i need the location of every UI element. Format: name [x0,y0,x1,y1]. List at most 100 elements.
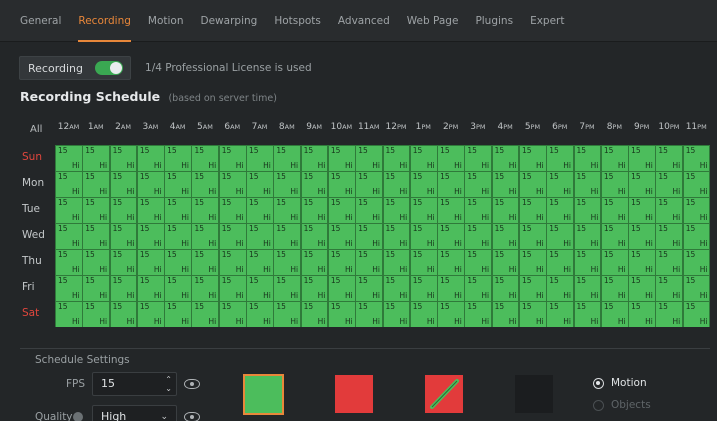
eye-icon[interactable] [184,412,200,421]
schedule-cell[interactable]: 15 Hi [601,250,628,275]
brush-record-always-button[interactable] [243,374,284,415]
schedule-cell[interactable]: 15 Hi [274,172,301,197]
schedule-cell[interactable]: 15 Hi [110,250,137,275]
schedule-cell[interactable]: 15 Hi [192,224,219,249]
schedule-cell[interactable]: 15 Hi [601,224,628,249]
schedule-cell[interactable]: 15 Hi [683,146,710,171]
schedule-cell[interactable]: 15 Hi [83,250,110,275]
schedule-cell[interactable]: 15 Hi [683,250,710,275]
schedule-cell[interactable]: 15 Hi [656,276,683,301]
schedule-cell[interactable]: 15 Hi [247,250,273,275]
recording-toggle-button[interactable]: Recording [19,56,132,80]
tab-recording[interactable]: Recording [78,0,131,42]
schedule-cell[interactable]: 15 Hi [547,198,574,223]
schedule-cell[interactable]: 15 Hi [301,302,328,327]
schedule-cell[interactable]: 15 Hi [137,302,164,327]
schedule-cell[interactable]: 15 Hi [83,302,110,327]
schedule-cell[interactable]: 15 Hi [410,198,437,223]
schedule-cell[interactable]: 15 Hi [328,224,355,249]
schedule-cell[interactable]: 15 Hi [656,250,683,275]
hour-header[interactable]: 5AM [191,122,218,132]
schedule-cell[interactable]: 15 Hi [274,250,301,275]
tab-expert[interactable]: Expert [530,0,564,42]
schedule-cell[interactable]: 15 Hi [519,198,546,223]
schedule-cell[interactable]: 15 Hi [301,224,328,249]
schedule-cell[interactable]: 15 Hi [492,224,519,249]
schedule-cell[interactable]: 15 Hi [601,172,628,197]
schedule-cell[interactable]: 15 Hi [656,198,683,223]
select-all-cells[interactable]: All [30,124,42,135]
schedule-cell[interactable]: 15 Hi [219,250,246,275]
schedule-cell[interactable]: 15 Hi [165,224,191,249]
schedule-cell[interactable]: 15 Hi [247,146,273,171]
schedule-cell[interactable]: 15 Hi [328,198,355,223]
hour-header[interactable]: 9PM [628,122,655,132]
schedule-cell[interactable]: 15 Hi [629,250,655,275]
schedule-cell[interactable]: 15 Hi [56,224,82,249]
schedule-cell[interactable]: 15 Hi [56,276,82,301]
schedule-cell[interactable]: 15 Hi [83,276,110,301]
schedule-cell[interactable]: 15 Hi [165,276,191,301]
schedule-cell[interactable]: 15 Hi [165,302,191,327]
hour-header[interactable]: 11PM [683,122,710,132]
radio-motion[interactable] [593,378,604,389]
schedule-cell[interactable]: 15 Hi [192,302,219,327]
schedule-cell[interactable]: 15 Hi [165,250,191,275]
tab-plugins[interactable]: Plugins [475,0,513,42]
hour-header[interactable]: 1PM [410,122,437,132]
hour-header[interactable]: 10PM [655,122,682,132]
hour-header[interactable]: 6AM [219,122,246,132]
hour-header[interactable]: 2AM [110,122,137,132]
schedule-cell[interactable]: 15 Hi [56,146,82,171]
quality-select[interactable]: High ⌄ [92,405,177,421]
schedule-cell[interactable]: 15 Hi [410,276,437,301]
schedule-cell[interactable]: 15 Hi [274,198,301,223]
schedule-cell[interactable]: 15 Hi [137,172,164,197]
tab-hotspots[interactable]: Hotspots [274,0,321,42]
schedule-cell[interactable]: 15 Hi [247,276,273,301]
schedule-cell[interactable]: 15 Hi [110,302,137,327]
schedule-cell[interactable]: 15 Hi [465,250,492,275]
schedule-cell[interactable]: 15 Hi [492,276,519,301]
hour-header[interactable]: 8PM [601,122,628,132]
day-label-sun[interactable]: Sun [22,151,52,163]
hour-header[interactable]: 9AM [301,122,328,132]
schedule-cell[interactable]: 15 Hi [137,250,164,275]
tab-motion[interactable]: Motion [148,0,184,42]
schedule-cell[interactable]: 15 Hi [219,224,246,249]
schedule-cell[interactable]: 15 Hi [219,302,246,327]
brush-motion-low-res-button[interactable] [425,375,463,413]
schedule-cell[interactable]: 15 Hi [165,172,191,197]
schedule-cell[interactable]: 15 Hi [574,198,601,223]
schedule-cell[interactable]: 15 Hi [465,302,492,327]
day-label-sat[interactable]: Sat [22,307,52,319]
eye-icon[interactable] [184,379,200,389]
schedule-cell[interactable]: 15 Hi [629,276,655,301]
hour-header[interactable]: 2PM [437,122,464,132]
schedule-cell[interactable]: 15 Hi [547,224,574,249]
schedule-cell[interactable]: 15 Hi [247,172,273,197]
schedule-cell[interactable]: 15 Hi [465,224,492,249]
schedule-cell[interactable]: 15 Hi [574,146,601,171]
schedule-cell[interactable]: 15 Hi [601,198,628,223]
schedule-cell[interactable]: 15 Hi [629,146,655,171]
schedule-cell[interactable]: 15 Hi [574,302,601,327]
schedule-cell[interactable]: 15 Hi [356,276,382,301]
schedule-cell[interactable]: 15 Hi [137,198,164,223]
schedule-cell[interactable]: 15 Hi [519,224,546,249]
schedule-cell[interactable]: 15 Hi [438,198,464,223]
schedule-cell[interactable]: 15 Hi [328,250,355,275]
hour-header[interactable]: 7PM [574,122,601,132]
schedule-cell[interactable]: 15 Hi [110,198,137,223]
schedule-cell[interactable]: 15 Hi [328,276,355,301]
schedule-cell[interactable]: 15 Hi [110,172,137,197]
schedule-cell[interactable]: 15 Hi [656,146,683,171]
schedule-cell[interactable]: 15 Hi [519,302,546,327]
schedule-cell[interactable]: 15 Hi [519,172,546,197]
schedule-cell[interactable]: 15 Hi [547,146,574,171]
hour-header[interactable]: 1AM [82,122,109,132]
schedule-cell[interactable]: 15 Hi [465,172,492,197]
schedule-cell[interactable]: 15 Hi [301,250,328,275]
schedule-cell[interactable]: 15 Hi [629,224,655,249]
schedule-cell[interactable]: 15 Hi [192,172,219,197]
